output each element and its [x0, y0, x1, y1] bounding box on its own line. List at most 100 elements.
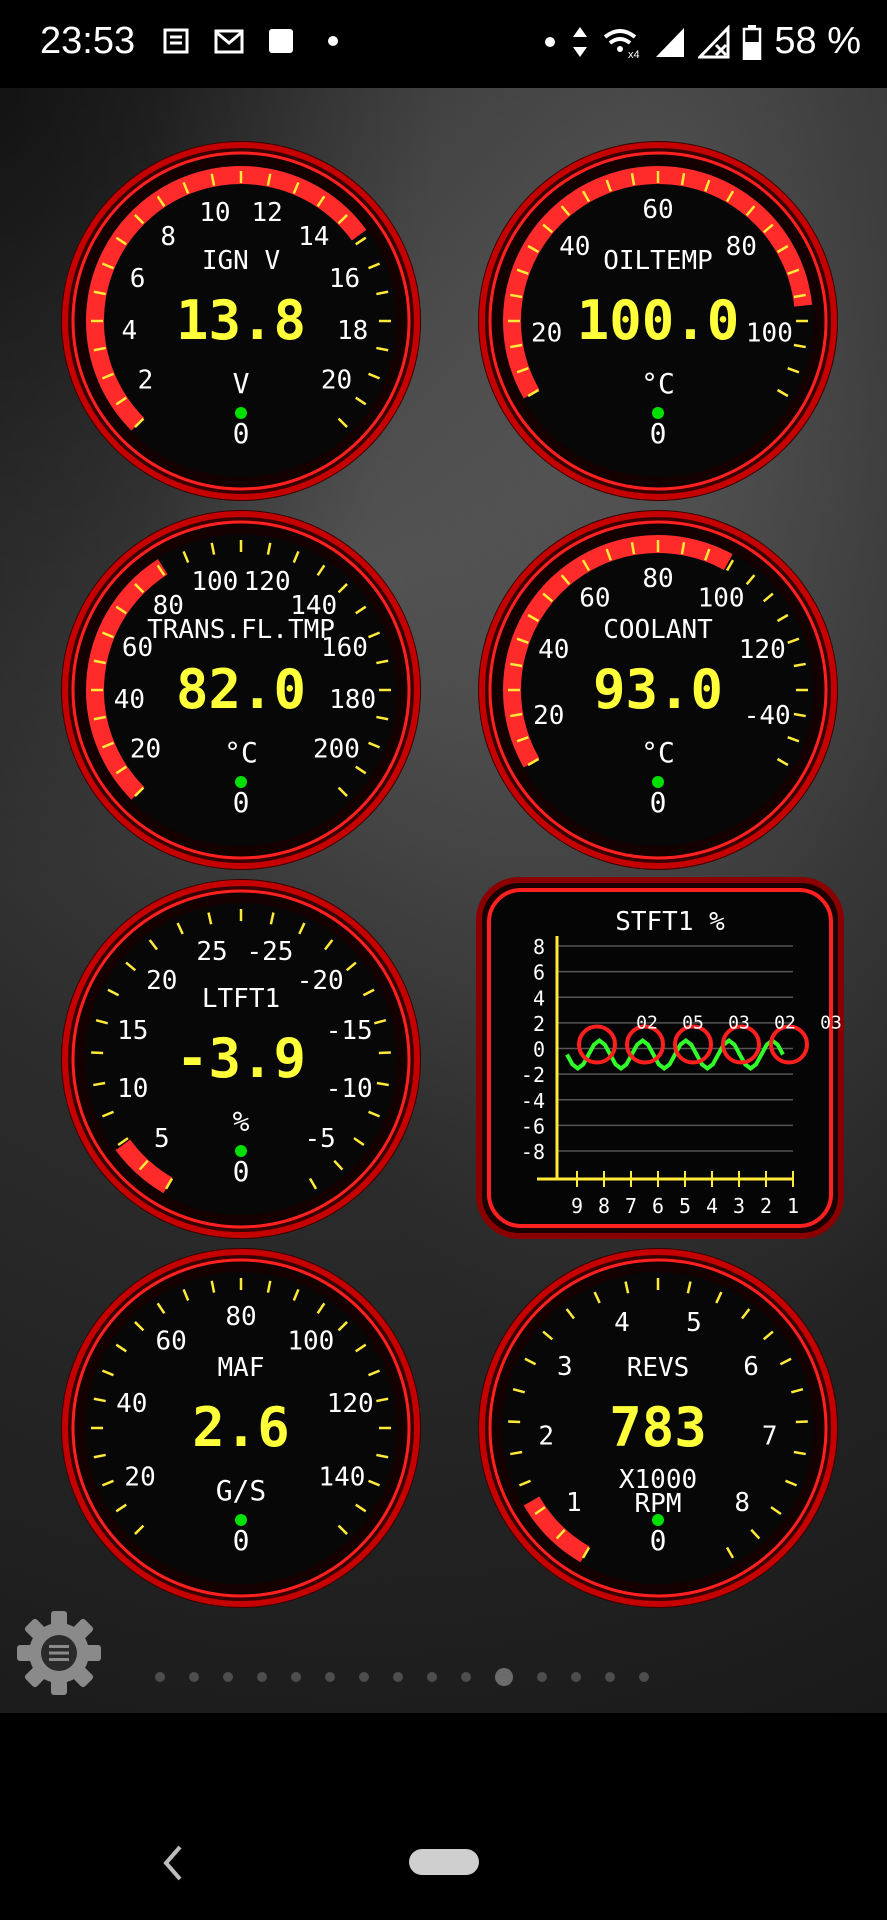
gauge-value: 82.0 — [176, 658, 306, 721]
stft-x-tick-label: 2 — [760, 1194, 772, 1218]
gauge-oil-temp-svg: 20 40 60 80 100 OILTEMP 100.0 °C 0 — [478, 141, 838, 501]
gauge-tick — [378, 1051, 391, 1055]
gauge-coolant[interactable]: 20 40 60 80 100 120 -40 COOLANT 93.0 °C 0 — [473, 505, 843, 875]
gauge-value: -3.9 — [176, 1027, 306, 1090]
stft-y-tick-label: -2 — [521, 1063, 545, 1087]
gauge-label: MAF — [218, 1353, 265, 1383]
gauge-tick-label: 7 — [762, 1421, 778, 1451]
stft-point-label: 02 — [636, 1013, 658, 1034]
stft-y-tick-label: 4 — [533, 986, 545, 1010]
home-pill-button[interactable] — [409, 1849, 479, 1875]
stft-x-tick-label: 5 — [679, 1194, 691, 1218]
gauge-tick-label: 3 — [557, 1352, 573, 1382]
gauge-unit: G/S — [216, 1474, 267, 1507]
gauge-revs[interactable]: 1 2 3 4 5 6 7 8 REVS 783 X1000 RPM 0 — [473, 1243, 843, 1613]
gauge-tick-label: 40 — [538, 635, 569, 665]
dot-icon — [545, 36, 556, 47]
gauge-label: LTFT1 — [202, 984, 280, 1014]
stft-x-tick-label: 6 — [652, 1194, 664, 1218]
gauge-tick-label: 8 — [734, 1488, 750, 1518]
gauge-value: 13.8 — [176, 289, 306, 352]
stft-point-label: 03 — [728, 1013, 750, 1034]
gauge-tick-label: 100 — [191, 567, 238, 597]
status-bar: 23:53 x4 58 % — [0, 0, 887, 88]
gauge-zero-label: 0 — [233, 1524, 250, 1557]
gauge-unit: °C — [224, 736, 258, 769]
gauge-tick-label: 40 — [559, 232, 590, 262]
gauge-ign-v[interactable]: 2 4 6 8 10 12 14 16 18 20 IGN V 13.8 V 0 — [56, 136, 426, 506]
gauge-trans-fl-tmp[interactable]: 20 40 60 80 100 120 140 160 180 200 TRANS.FL.TMP 82… — [56, 505, 426, 875]
stft-point-label: 05 — [682, 1013, 704, 1034]
page-dot[interactable] — [537, 1672, 547, 1682]
page-dot-active[interactable] — [495, 1668, 513, 1686]
gauge-tick-label: 25 — [196, 937, 227, 967]
page-dot[interactable] — [223, 1672, 233, 1682]
gmail-icon — [214, 29, 244, 54]
page-dot[interactable] — [639, 1672, 649, 1682]
gauge-zero-label: 0 — [233, 1155, 250, 1188]
gauge-tick-label: 6 — [130, 264, 146, 294]
stft-x-tick-label: 9 — [571, 1194, 583, 1218]
page-dot[interactable] — [257, 1672, 267, 1682]
gauge-tick-label: 20 — [130, 735, 161, 765]
gauge-tick — [91, 1051, 104, 1055]
battery-percent: 58 % — [774, 20, 861, 62]
page-dot[interactable] — [155, 1672, 165, 1682]
gauge-tick-label: 80 — [726, 232, 757, 262]
stft-y-tick-label: 2 — [533, 1012, 545, 1036]
page-dot[interactable] — [291, 1672, 301, 1682]
page-dot[interactable] — [393, 1672, 403, 1682]
gauge-ign-v-svg: 24 68 10 12 1416 18 20 IGN V 13.8 V 0 — [61, 141, 421, 501]
gauge-tick-label: 1 — [566, 1488, 582, 1518]
gauge-tick-label: 2 — [538, 1421, 554, 1451]
gauge-tick-label: 80 — [642, 564, 673, 594]
page-dot[interactable] — [427, 1672, 437, 1682]
gauge-tick-label: 120 — [739, 635, 786, 665]
gauge-label: TRANS.FL.TMP — [147, 615, 335, 645]
status-right: x4 58 % — [542, 20, 861, 63]
gauge-unit: °C — [641, 736, 675, 769]
page-dot[interactable] — [605, 1672, 615, 1682]
svg-text:x4: x4 — [628, 49, 640, 59]
page-dot[interactable] — [189, 1672, 199, 1682]
gauge-tick-label: 100 — [746, 319, 793, 349]
stft-x-tick-label: 7 — [625, 1194, 637, 1218]
gauge-ltft1[interactable]: 5 10 15 20 25 -25 -20 -15 -10 -5 LTFT1 -3.9% 0 — [56, 874, 426, 1244]
news-icon — [163, 28, 189, 54]
signal-x-icon — [698, 24, 730, 58]
gauge-tick-label: 100 — [287, 1326, 334, 1356]
gauge-tick-label: 4 — [614, 1308, 630, 1338]
gauge-zero-label: 0 — [233, 417, 250, 450]
signal-icon — [656, 27, 685, 57]
gauge-tick-label: 140 — [318, 1463, 365, 1493]
gauge-tick-label: 120 — [327, 1389, 374, 1419]
page-dot[interactable] — [571, 1672, 581, 1682]
gauge-tick-label: 16 — [329, 264, 360, 294]
gauge-tick-label: 2 — [138, 366, 154, 396]
gauge-tick — [508, 1420, 521, 1424]
gauge-oil-temp[interactable]: 20 40 60 80 100 OILTEMP 100.0 °C 0 — [473, 136, 843, 506]
gauge-tick-label: 10 — [199, 198, 230, 228]
gauge-tick-label: 20 — [531, 319, 562, 349]
wifi-x4-icon: x4 — [604, 28, 640, 59]
stft1-chart-widget[interactable]: STFT1 % 8 6 4 2 0 -2 -4 -6 -8 987654321 02 05 03 02… — [475, 876, 845, 1240]
square-icon — [269, 29, 293, 53]
page-indicator[interactable] — [155, 1668, 649, 1686]
stft-x-tick-label: 8 — [598, 1194, 610, 1218]
settings-gear-icon[interactable] — [16, 1610, 102, 1696]
back-icon[interactable] — [158, 1841, 188, 1885]
page-dot[interactable] — [359, 1672, 369, 1682]
gauge-tick-label: 10 — [117, 1074, 148, 1104]
gauge-value: 2.6 — [192, 1396, 290, 1459]
gauge-coolant-svg: 20 40 60 80 100 120 -40 COOLANT 93.0 °C 0 — [478, 510, 838, 870]
stft-y-tick-label: 8 — [533, 935, 545, 959]
stft-y-tick-label: 0 — [533, 1038, 545, 1062]
page-dot[interactable] — [325, 1672, 335, 1682]
gauge-value: 783 — [609, 1396, 707, 1459]
gauge-maf-svg: 20 40 60 80 100 120 140 MAF 2.6 G/S 0 — [61, 1248, 421, 1608]
page-dot[interactable] — [461, 1672, 471, 1682]
gauge-maf[interactable]: 20 40 60 80 100 120 140 MAF 2.6 G/S 0 — [56, 1243, 426, 1613]
gauge-tick — [795, 1420, 808, 1424]
stft-y-tick-label: -4 — [521, 1089, 545, 1113]
gauge-tick-label: -40 — [744, 701, 791, 731]
